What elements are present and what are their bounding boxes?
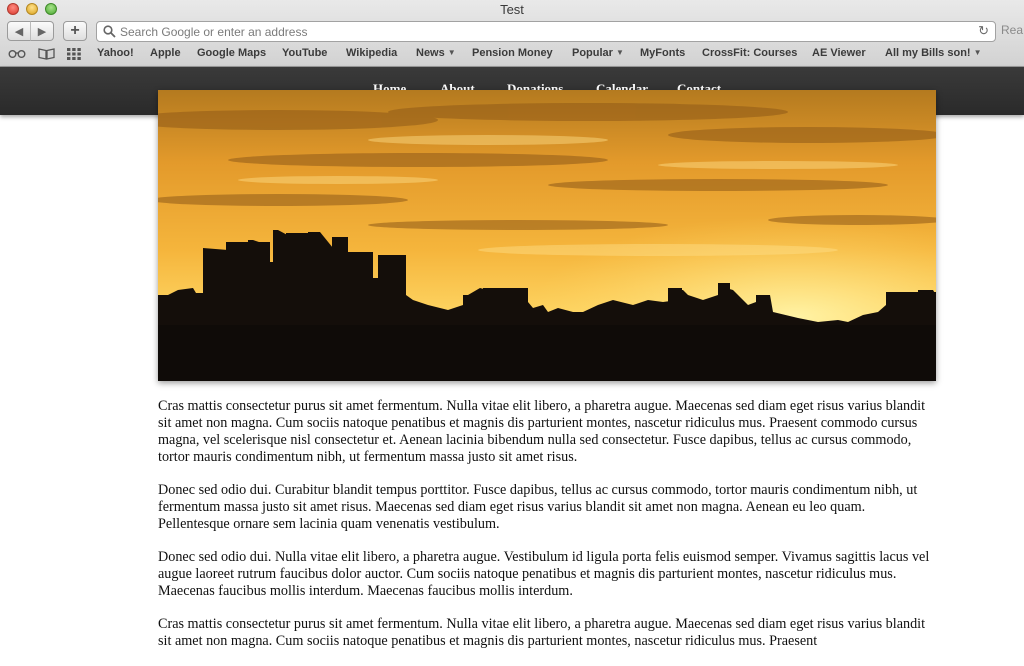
bookmark-google-maps[interactable]: Google Maps xyxy=(197,47,266,59)
bookmark-all-my-bills-menu[interactable]: All my Bills son! ▼ xyxy=(885,47,982,59)
bookmarks-book-icon[interactable] xyxy=(38,48,55,63)
bookmark-yahoo[interactable]: Yahoo! xyxy=(97,47,134,59)
reload-icon[interactable]: ↻ xyxy=(978,23,989,39)
bookmark-youtube[interactable]: YouTube xyxy=(282,47,327,59)
main-content: Cras mattis consectetur purus sit amet f… xyxy=(158,398,936,666)
bookmark-wikipedia[interactable]: Wikipedia xyxy=(346,47,397,59)
reading-list-icon[interactable] xyxy=(8,48,26,62)
bookmark-myfonts[interactable]: MyFonts xyxy=(640,47,685,59)
address-bar[interactable]: ↻ xyxy=(96,21,996,42)
body-paragraph: Cras mattis consectetur purus sit amet f… xyxy=(158,398,926,465)
bookmarks-bar: Yahoo! Apple Google Maps YouTube Wikiped… xyxy=(0,45,1024,65)
city-skyline-sunset-image xyxy=(158,90,936,381)
hero-image xyxy=(158,90,936,381)
forward-arrow-icon: ▶ xyxy=(37,25,47,38)
bookmark-news-label: News xyxy=(416,47,445,59)
top-sites-grid-icon[interactable] xyxy=(67,48,81,63)
bookmark-popular-label: Popular xyxy=(572,47,613,59)
chevron-down-icon: ▼ xyxy=(447,48,456,57)
back-arrow-icon: ◀ xyxy=(14,25,24,38)
add-tab-button[interactable]: + xyxy=(63,21,87,41)
reader-button[interactable]: Rea xyxy=(1001,23,1023,37)
bookmark-ae-viewer[interactable]: AE Viewer xyxy=(812,47,866,59)
browser-chrome: Test ◀ ▶ + ↻ Rea xyxy=(0,0,1024,67)
plus-icon: + xyxy=(70,22,80,39)
window-title: Test xyxy=(500,2,524,17)
search-icon xyxy=(103,25,116,38)
bookmark-popular-menu[interactable]: Popular ▼ xyxy=(572,47,624,59)
bookmark-apple[interactable]: Apple xyxy=(150,47,181,59)
bookmark-news-menu[interactable]: News ▼ xyxy=(416,47,456,59)
back-button[interactable]: ◀ xyxy=(7,21,31,41)
bookmark-all-my-bills-label: All my Bills son! xyxy=(885,47,971,59)
title-bar: Test xyxy=(0,0,1024,18)
toolbar: ◀ ▶ + ↻ Rea xyxy=(0,20,1024,44)
body-paragraph: Donec sed odio dui. Nulla vitae elit lib… xyxy=(158,549,930,599)
chevron-down-icon: ▼ xyxy=(973,48,982,57)
bookmark-crossfit-courses[interactable]: CrossFit: Courses xyxy=(702,47,797,59)
body-paragraph: Cras mattis consectetur purus sit amet f… xyxy=(158,616,926,649)
forward-button[interactable]: ▶ xyxy=(30,21,54,41)
chevron-down-icon: ▼ xyxy=(615,48,624,57)
bookmark-pension-money[interactable]: Pension Money xyxy=(472,47,553,59)
address-input[interactable] xyxy=(120,23,960,40)
body-paragraph: Donec sed odio dui. Curabitur blandit te… xyxy=(158,482,918,532)
